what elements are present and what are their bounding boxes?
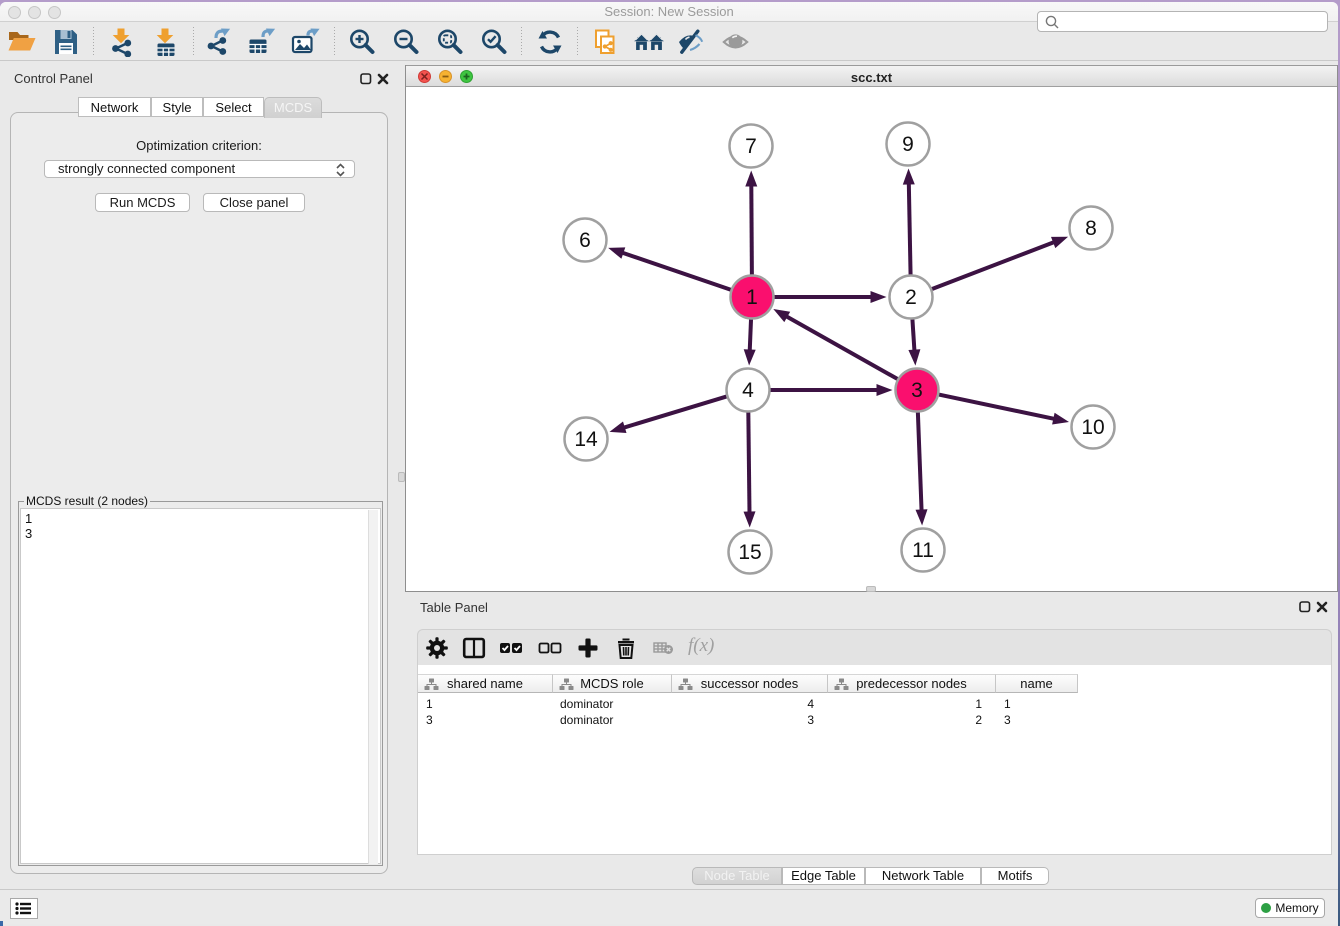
svg-text:4: 4 (742, 379, 754, 402)
svg-text:6: 6 (579, 229, 591, 252)
svg-text:7: 7 (745, 135, 757, 158)
svg-text:15: 15 (738, 541, 761, 564)
svg-text:8: 8 (1085, 217, 1097, 240)
svg-text:9: 9 (902, 133, 914, 156)
svg-text:11: 11 (912, 539, 934, 562)
svg-text:10: 10 (1081, 416, 1104, 439)
svg-text:14: 14 (574, 428, 598, 451)
svg-text:1: 1 (746, 286, 758, 309)
svg-text:3: 3 (911, 379, 923, 402)
svg-text:2: 2 (905, 286, 917, 309)
